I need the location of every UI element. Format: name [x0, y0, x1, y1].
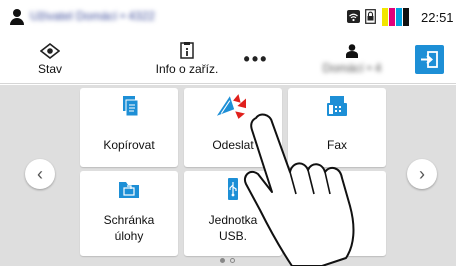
toner-levels-icon [382, 8, 409, 26]
job-box-label-line1: Schránka [103, 213, 155, 227]
copy-label: Kopírovat [103, 138, 155, 152]
job-box-label-line2: úlohy [114, 229, 144, 243]
clock: 22:51 [421, 10, 454, 25]
tapping-hand-illustration [244, 113, 355, 266]
device-info-button[interactable]: Info o zaříz. [142, 34, 232, 84]
previous-page-button[interactable]: ‹ [25, 159, 55, 189]
next-page-button[interactable]: › [407, 159, 437, 189]
user-button[interactable]: Domácí • 4 [302, 34, 402, 84]
lock-icon [365, 9, 376, 24]
page-dot-2 [230, 258, 235, 263]
status-button[interactable]: Stav [30, 34, 70, 84]
chevron-left-icon: ‹ [37, 163, 43, 184]
status-label: Stav [37, 61, 62, 76]
job-box-tile[interactable]: Schránka úlohy [80, 171, 178, 256]
page-indicator [220, 258, 235, 263]
user-icon [346, 43, 358, 58]
wifi-icon [347, 10, 360, 23]
more-button[interactable]: ••• [236, 34, 276, 84]
page-dot-1 [220, 258, 225, 263]
copy-icon [123, 96, 139, 117]
job-box-icon [119, 182, 139, 198]
user-label: Domácí • 4 [322, 60, 382, 75]
status-eye-icon [40, 42, 60, 59]
toolbar: Stav Info o zaříz. ••• Domácí • 4 [0, 34, 456, 84]
device-info-label: Info o zaříz. [155, 62, 219, 76]
function-area: ‹ › Kopírovat Odeslat Fax Schránka úlohy… [0, 85, 456, 266]
copy-tile[interactable]: Kopírovat [80, 88, 178, 167]
logout-button[interactable] [415, 45, 444, 74]
chevron-right-icon: › [419, 163, 425, 184]
device-info-icon [180, 42, 194, 59]
user-icon [10, 9, 24, 25]
status-bar: Uživatel Domácí • 4322 22:51 [0, 0, 456, 34]
more-icon: ••• [243, 48, 269, 69]
status-user-name: Uživatel Domácí • 4322 [30, 9, 155, 23]
logout-icon [421, 51, 438, 68]
